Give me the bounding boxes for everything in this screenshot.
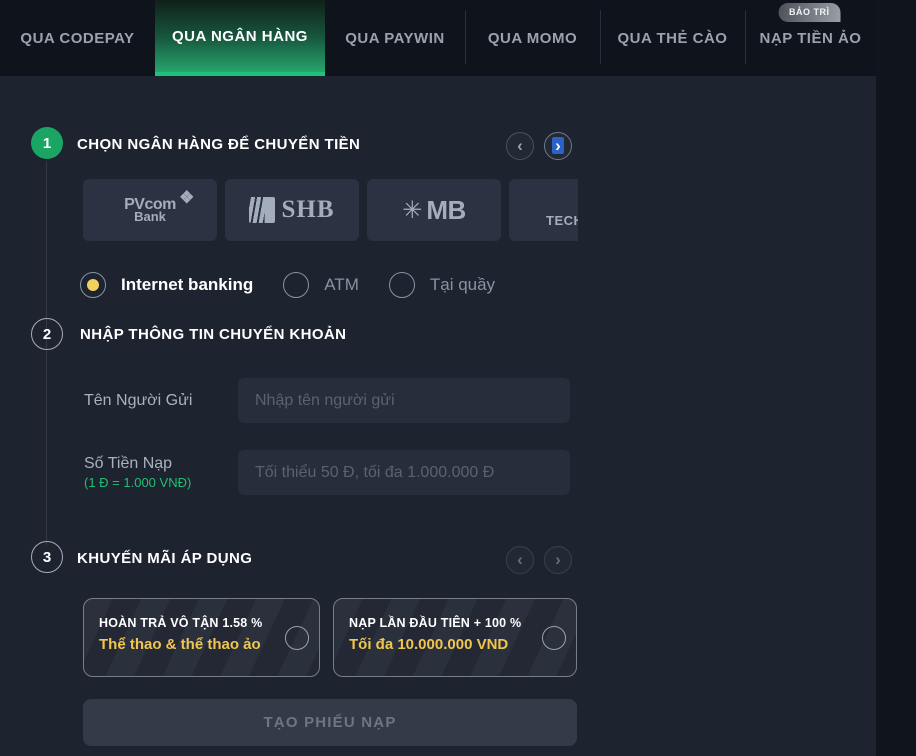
- tab-qua-the-cao[interactable]: QUA THẺ CÀO: [600, 0, 745, 76]
- bank-card-pvcombank[interactable]: PVcom❖ Bank: [83, 179, 217, 241]
- promo-title: HOÀN TRẢ VÔ TẬN 1.58 %: [99, 616, 305, 630]
- step-2-number: 2: [31, 318, 63, 350]
- chevron-right-icon: ›: [555, 551, 561, 568]
- create-deposit-button[interactable]: TẠO PHIẾU NẠP: [83, 699, 577, 746]
- mb-logo: ✳ MB: [402, 195, 466, 226]
- bank-carousel-next-button[interactable]: ›: [544, 132, 572, 160]
- radio-unselected-icon: [283, 272, 309, 298]
- step-1-title: CHỌN NGÂN HÀNG ĐỂ CHUYỂN TIỀN: [77, 136, 360, 153]
- transfer-method-group: Internet banking ATM Tại quầy: [80, 272, 495, 298]
- payment-method-tabs: QUA CODEPAY QUA NGÂN HÀNG QUA PAYWIN QUA…: [0, 0, 876, 76]
- tab-label: QUA THẺ CÀO: [618, 30, 728, 47]
- step-connector-line: [46, 161, 47, 545]
- tab-qua-paywin[interactable]: QUA PAYWIN: [325, 0, 465, 76]
- tab-label: QUA PAYWIN: [345, 30, 444, 47]
- promo-card-cashback[interactable]: HOÀN TRẢ VÔ TẬN 1.58 % Thể thao & thể th…: [83, 598, 320, 677]
- promo-radio-icon[interactable]: [542, 626, 566, 650]
- promo-subtitle: Tối đa 10.000.000 VND: [349, 636, 562, 653]
- tab-label: QUA NGÂN HÀNG: [172, 28, 308, 45]
- promo-carousel-next-button[interactable]: ›: [544, 546, 572, 574]
- pvcombank-logo: PVcom❖ Bank: [124, 198, 176, 223]
- chevron-left-icon: ‹: [517, 137, 523, 154]
- promo-carousel-prev-button[interactable]: ‹: [506, 546, 534, 574]
- promo-radio-icon[interactable]: [285, 626, 309, 650]
- step-3-number: 3: [31, 541, 63, 573]
- mb-star-icon: ✳: [402, 196, 422, 225]
- tab-label: NẠP TIỀN ẢO: [760, 30, 862, 47]
- promo-subtitle: Thể thao & thể thao ảo: [99, 636, 305, 653]
- radio-selected-icon: [80, 272, 106, 298]
- sender-name-input[interactable]: [238, 378, 570, 423]
- tab-qua-ngan-hang[interactable]: QUA NGÂN HÀNG: [155, 0, 325, 76]
- bank-card-shb[interactable]: SHB: [225, 179, 359, 241]
- chevron-left-icon: ‹: [517, 551, 523, 568]
- maintenance-badge: BẢO TRÌ: [778, 3, 841, 22]
- amount-label: Số Tiền Nạp: [84, 455, 172, 473]
- bank-card-techcombank[interactable]: ◆ TECHCO: [509, 179, 578, 241]
- tab-qua-codepay[interactable]: QUA CODEPAY: [0, 0, 155, 76]
- techcombank-logo: ◆ TECHCO: [546, 193, 578, 228]
- promo-title: NẠP LẦN ĐẦU TIÊN + 100 %: [349, 616, 562, 630]
- amount-input[interactable]: [238, 450, 570, 495]
- chevron-right-icon: ›: [552, 137, 564, 154]
- tab-nap-tien-ao[interactable]: BẢO TRÌ NẠP TIỀN ẢO: [745, 0, 876, 76]
- pvcombank-diamond-icon: ❖: [179, 191, 194, 205]
- tab-qua-momo[interactable]: QUA MOMO: [465, 0, 600, 76]
- promo-card-first-deposit[interactable]: NẠP LẦN ĐẦU TIÊN + 100 % Tối đa 10.000.0…: [333, 598, 577, 677]
- bank-card-mb[interactable]: ✳ MB: [367, 179, 501, 241]
- step-3-title: KHUYẾN MÃI ÁP DỤNG: [77, 550, 252, 567]
- tab-label: QUA MOMO: [488, 30, 577, 47]
- method-atm[interactable]: ATM: [283, 272, 359, 298]
- step-1-number: 1: [31, 127, 63, 159]
- bank-carousel-prev-button[interactable]: ‹: [506, 132, 534, 160]
- bank-carousel: PVcom❖ Bank SHB ✳ MB ◆ TECHCO: [83, 179, 578, 243]
- method-internet-banking[interactable]: Internet banking: [80, 272, 253, 298]
- amount-rate-note: (1 Đ = 1.000 VNĐ): [84, 475, 191, 490]
- method-tai-quay[interactable]: Tại quầy: [389, 272, 495, 298]
- right-gutter: [876, 0, 916, 756]
- radio-unselected-icon: [389, 272, 415, 298]
- tab-label: QUA CODEPAY: [20, 30, 134, 47]
- sender-name-label: Tên Người Gửi: [84, 392, 192, 410]
- shb-logo-icon: [249, 197, 275, 223]
- step-2-title: NHẬP THÔNG TIN CHUYỂN KHOẢN: [80, 326, 346, 343]
- shb-logo: SHB: [249, 196, 334, 224]
- deposit-panel: 1 CHỌN NGÂN HÀNG ĐỂ CHUYỂN TIỀN ‹ › PVco…: [0, 76, 876, 756]
